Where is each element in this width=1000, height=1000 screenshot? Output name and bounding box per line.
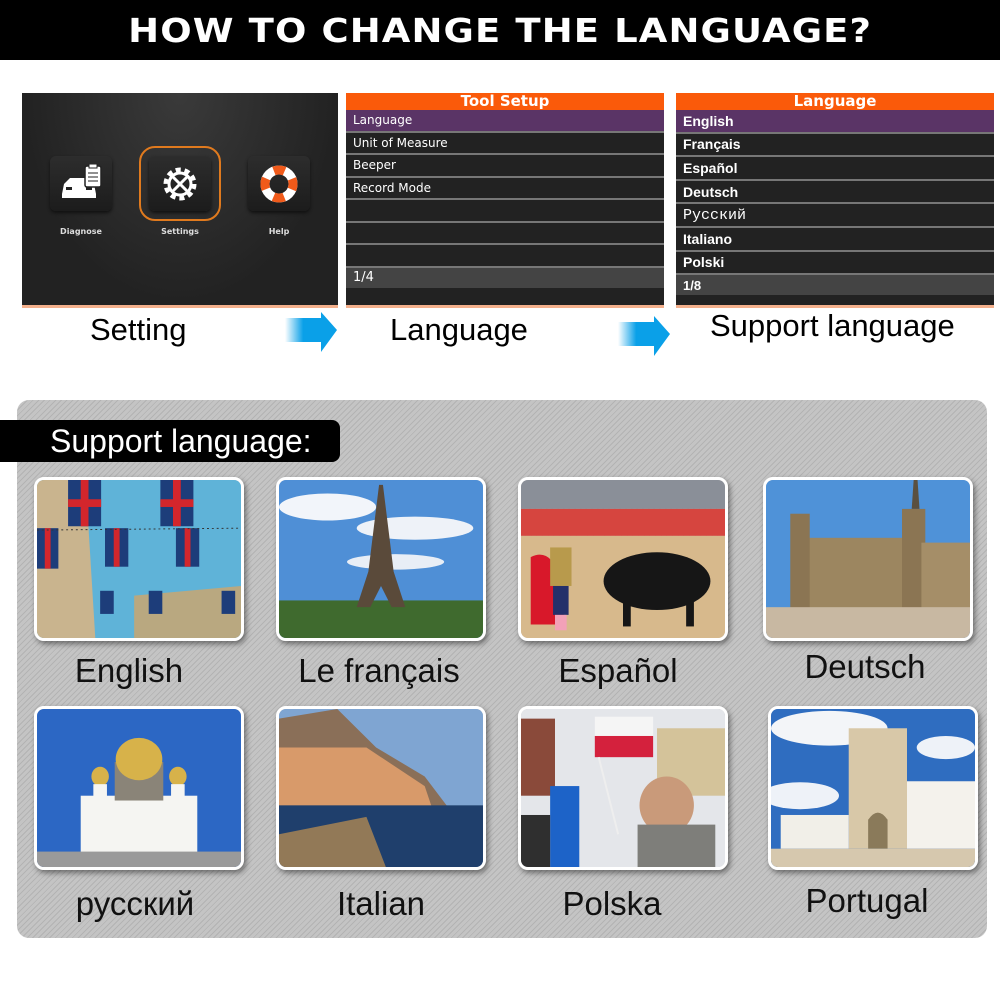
english-photo bbox=[34, 477, 244, 641]
arrow-right-icon bbox=[618, 316, 670, 356]
diagnose-tile[interactable] bbox=[50, 156, 112, 211]
caption-russian: русский bbox=[75, 885, 195, 922]
language-screen: Language English Français Español Deutsc… bbox=[676, 93, 994, 305]
language-option-french[interactable]: Français bbox=[676, 133, 994, 158]
help-tile[interactable] bbox=[248, 156, 310, 211]
italian-photo bbox=[276, 706, 486, 870]
language-option-spanish[interactable]: Español bbox=[676, 157, 994, 181]
language-option-english[interactable]: English bbox=[676, 110, 994, 134]
page-title: HOW TO CHANGE THE LANGUAGE? bbox=[128, 10, 872, 50]
step-label-setting: Setting bbox=[90, 312, 187, 347]
page-indicator: 1/4 bbox=[346, 267, 664, 288]
page-indicator: 1/8 bbox=[676, 275, 994, 296]
caption-german: Deutsch bbox=[804, 648, 926, 685]
german-photo bbox=[763, 477, 973, 641]
polish-photo bbox=[518, 706, 728, 870]
spanish-photo bbox=[518, 477, 728, 641]
gear-wrench-icon bbox=[163, 167, 197, 200]
menu-item-beeper[interactable]: Beeper bbox=[346, 155, 664, 178]
language-option-italian[interactable]: Italiano bbox=[676, 227, 994, 252]
diagnose-label: Diagnose bbox=[60, 227, 102, 236]
language-option-polish[interactable]: Polski bbox=[676, 251, 994, 276]
home-screen: Diagnose Settings Help bbox=[22, 93, 338, 305]
french-photo bbox=[276, 477, 486, 641]
support-language-heading: Support language: bbox=[0, 420, 340, 462]
lifebuoy-icon bbox=[260, 165, 298, 202]
menu-item-empty bbox=[346, 200, 664, 223]
caption-spanish: Español bbox=[558, 652, 678, 689]
menu-item-empty bbox=[346, 245, 664, 268]
language-title: Language bbox=[676, 93, 994, 110]
portuguese-photo bbox=[768, 706, 978, 870]
arrow-right-icon bbox=[285, 312, 337, 352]
title-banner: HOW TO CHANGE THE LANGUAGE? bbox=[0, 0, 1000, 60]
caption-portuguese: Portugal bbox=[805, 882, 929, 919]
caption-french: Le français bbox=[298, 652, 460, 689]
settings-label: Settings bbox=[161, 227, 199, 236]
tool-setup-screen: Tool Setup Language Unit of Measure Beep… bbox=[346, 93, 664, 305]
caption-polish: Polska bbox=[562, 885, 662, 922]
help-label: Help bbox=[268, 227, 290, 236]
step-label-support-language: Support language bbox=[710, 308, 955, 343]
step-label-language: Language bbox=[390, 312, 528, 347]
russian-photo bbox=[34, 706, 244, 870]
tool-setup-title: Tool Setup bbox=[346, 93, 664, 110]
settings-tile[interactable] bbox=[139, 146, 221, 221]
menu-item-language[interactable]: Language bbox=[346, 110, 664, 133]
menu-item-empty bbox=[346, 222, 664, 245]
caption-italian: Italian bbox=[336, 885, 426, 922]
language-option-russian[interactable]: Русский bbox=[676, 204, 994, 228]
car-clipboard-icon bbox=[62, 163, 102, 198]
menu-item-unit-of-measure[interactable]: Unit of Measure bbox=[346, 132, 664, 155]
language-option-german[interactable]: Deutsch bbox=[676, 180, 994, 205]
caption-english: English bbox=[74, 652, 184, 689]
menu-item-record-mode[interactable]: Record Mode bbox=[346, 177, 664, 200]
